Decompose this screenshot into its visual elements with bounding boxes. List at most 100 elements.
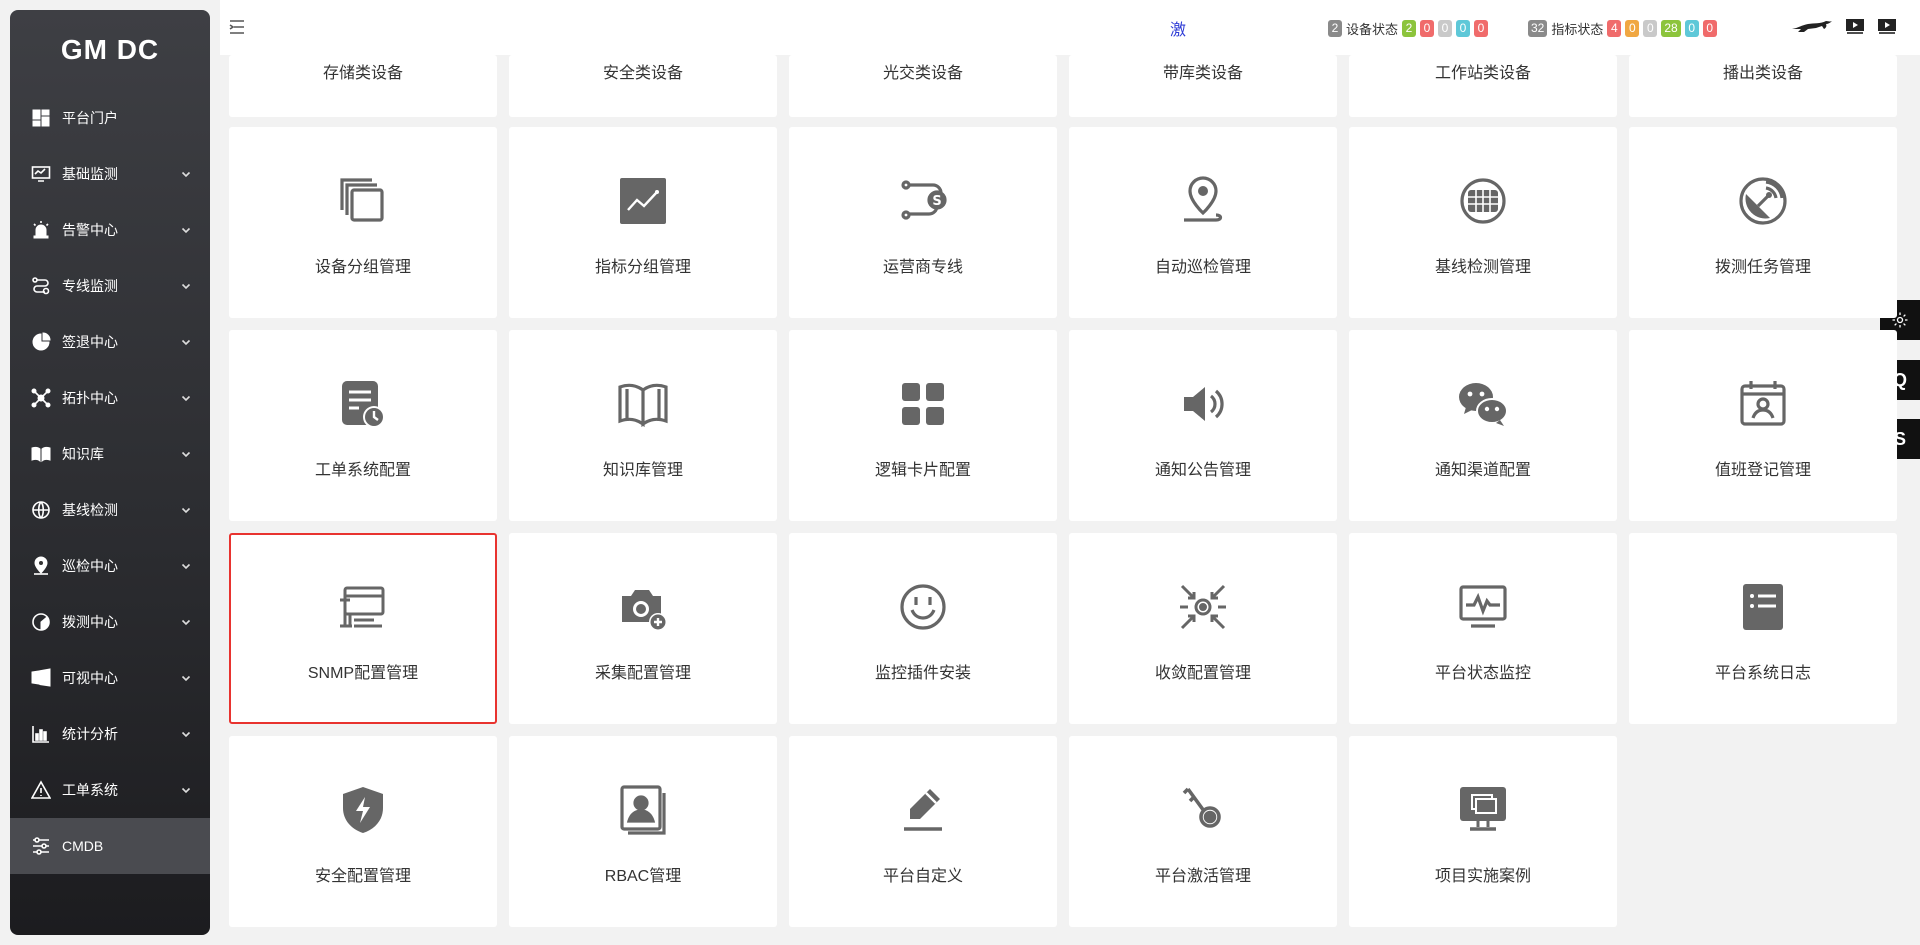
sidebar-item-label: 签退中心 bbox=[62, 334, 118, 350]
config-card[interactable]: 平台状态监控 bbox=[1349, 533, 1617, 724]
config-card[interactable]: 平台激活管理 bbox=[1069, 736, 1337, 927]
sidebar-item-label: CMDB bbox=[62, 838, 104, 854]
config-card-label: 平台自定义 bbox=[882, 868, 963, 885]
config-card[interactable]: 播出类设备 bbox=[1629, 55, 1897, 117]
sidebar-item[interactable]: 签退中心 bbox=[10, 314, 210, 370]
sidebar-item[interactable]: 拓扑中心 bbox=[10, 370, 210, 426]
config-card-label: 安全配置管理 bbox=[314, 868, 411, 885]
chevron-down-icon[interactable] bbox=[180, 560, 192, 572]
sidebar-item[interactable]: 工单系统 bbox=[10, 762, 210, 818]
sidebar-item[interactable]: 告警中心 bbox=[10, 202, 210, 258]
svg-text:S: S bbox=[932, 194, 941, 209]
pulse-monitor-icon bbox=[1455, 579, 1511, 635]
config-card[interactable]: 基线检测管理 bbox=[1349, 127, 1617, 318]
chevron-down-icon[interactable] bbox=[180, 224, 192, 236]
config-card[interactable]: 值班登记管理 bbox=[1629, 330, 1897, 521]
chevron-down-icon[interactable] bbox=[180, 672, 192, 684]
config-card-label: 平台状态监控 bbox=[1434, 665, 1531, 682]
config-card[interactable]: 带库类设备 bbox=[1069, 55, 1337, 117]
logo-icon[interactable] bbox=[1790, 17, 1834, 40]
sidebar-item-label: 可视中心 bbox=[62, 670, 118, 686]
sidebar-item[interactable]: 巡检中心 bbox=[10, 538, 210, 594]
top-header: 激 2 设备状态 2 0 0 0 0 32 指标状态 4 0 0 28 0 0 bbox=[220, 0, 1920, 55]
device-status-label: 设备状态 bbox=[1346, 22, 1399, 37]
config-card[interactable]: 安全类设备 bbox=[509, 55, 777, 117]
wechat-icon bbox=[1455, 376, 1511, 432]
chevron-down-icon[interactable] bbox=[180, 504, 192, 516]
header-center-text[interactable]: 激 bbox=[1170, 16, 1186, 40]
header-icons bbox=[1780, 17, 1898, 40]
device-status-badge: 0 bbox=[1474, 20, 1489, 37]
sidebar-item-label: 平台门户 bbox=[62, 110, 118, 126]
config-card[interactable]: 通知公告管理 bbox=[1069, 330, 1337, 521]
chevron-down-icon[interactable] bbox=[180, 616, 192, 628]
chevron-down-icon[interactable] bbox=[180, 784, 192, 796]
config-card[interactable]: RBAC管理 bbox=[509, 736, 777, 927]
config-card[interactable]: 工作站类设备 bbox=[1349, 55, 1617, 117]
sidebar-item[interactable]: CMDB bbox=[10, 818, 210, 874]
chevron-down-icon[interactable] bbox=[180, 728, 192, 740]
config-card[interactable]: S 运营商专线 bbox=[789, 127, 1057, 318]
sidebar-item[interactable]: 拨测中心 bbox=[10, 594, 210, 650]
config-card[interactable]: 光交类设备 bbox=[789, 55, 1057, 117]
doc-clock-icon bbox=[335, 376, 391, 432]
chevron-down-icon[interactable] bbox=[180, 280, 192, 292]
sidebar-item[interactable]: 统计分析 bbox=[10, 706, 210, 762]
warning-icon bbox=[30, 779, 52, 801]
book-icon bbox=[30, 443, 52, 465]
sidebar-item[interactable]: 知识库 bbox=[10, 426, 210, 482]
config-card[interactable]: 设备分组管理 bbox=[229, 127, 497, 318]
location-icon bbox=[30, 555, 52, 577]
sidebar-item-label: 拓扑中心 bbox=[62, 390, 118, 406]
config-card[interactable]: SNMP配置管理 bbox=[229, 533, 497, 724]
device-status-badge: 0 bbox=[1438, 20, 1453, 37]
config-card-label: 采集配置管理 bbox=[594, 665, 691, 682]
converge-icon bbox=[1175, 579, 1231, 635]
chevron-down-icon[interactable] bbox=[180, 168, 192, 180]
sliders-icon bbox=[30, 835, 52, 857]
device-status-group[interactable]: 2 设备状态 2 0 0 0 0 bbox=[1328, 19, 1492, 38]
sidebar-item[interactable]: 可视中心 bbox=[10, 650, 210, 706]
network-table-icon bbox=[335, 579, 391, 635]
config-card[interactable]: 安全配置管理 bbox=[229, 736, 497, 927]
config-card[interactable]: 自动巡检管理 bbox=[1069, 127, 1337, 318]
sidebar-item[interactable]: 平台门户 bbox=[10, 90, 210, 146]
plug-icon bbox=[895, 579, 951, 635]
sidebar-item[interactable]: 基线检测 bbox=[10, 482, 210, 538]
play-icon[interactable] bbox=[1876, 17, 1898, 40]
radar-icon bbox=[30, 611, 52, 633]
menu-toggle-icon[interactable] bbox=[228, 18, 248, 36]
config-card[interactable]: 存储类设备 bbox=[229, 55, 497, 117]
config-card[interactable]: 收敛配置管理 bbox=[1069, 533, 1337, 724]
config-card[interactable]: 知识库管理 bbox=[509, 330, 777, 521]
pen-icon bbox=[895, 782, 951, 838]
config-card-label: 安全类设备 bbox=[602, 65, 683, 82]
config-card[interactable]: 平台系统日志 bbox=[1629, 533, 1897, 724]
metric-status-group[interactable]: 32 指标状态 4 0 0 28 0 0 bbox=[1528, 19, 1721, 38]
config-card[interactable]: 平台自定义 bbox=[789, 736, 1057, 927]
device-status-count: 2 bbox=[1328, 20, 1342, 37]
chevron-down-icon[interactable] bbox=[180, 336, 192, 348]
route-dollar-icon: S bbox=[895, 173, 951, 229]
monitor-icon bbox=[30, 163, 52, 185]
config-card[interactable]: 指标分组管理 bbox=[509, 127, 777, 318]
config-card[interactable]: 拨测任务管理 bbox=[1629, 127, 1897, 318]
windows-icon bbox=[30, 667, 52, 689]
globe-icon bbox=[30, 499, 52, 521]
config-card-label: 项目实施案例 bbox=[1434, 868, 1531, 885]
alarm-icon bbox=[30, 219, 52, 241]
config-card[interactable]: 监控插件安装 bbox=[789, 533, 1057, 724]
config-card[interactable]: 采集配置管理 bbox=[509, 533, 777, 724]
config-card[interactable]: 工单系统配置 bbox=[229, 330, 497, 521]
config-card[interactable]: 通知渠道配置 bbox=[1349, 330, 1617, 521]
sidebar-item[interactable]: 基础监测 bbox=[10, 146, 210, 202]
map-pin-icon bbox=[1175, 173, 1231, 229]
config-card[interactable]: 逻辑卡片配置 bbox=[789, 330, 1057, 521]
config-card-label: 存储类设备 bbox=[322, 65, 403, 82]
play-icon[interactable] bbox=[1844, 17, 1866, 40]
config-card[interactable]: 项目实施案例 bbox=[1349, 736, 1617, 927]
sidebar-item[interactable]: 专线监测 bbox=[10, 258, 210, 314]
chevron-down-icon[interactable] bbox=[180, 448, 192, 460]
metric-status-badge: 4 bbox=[1607, 20, 1622, 37]
chevron-down-icon[interactable] bbox=[180, 392, 192, 404]
